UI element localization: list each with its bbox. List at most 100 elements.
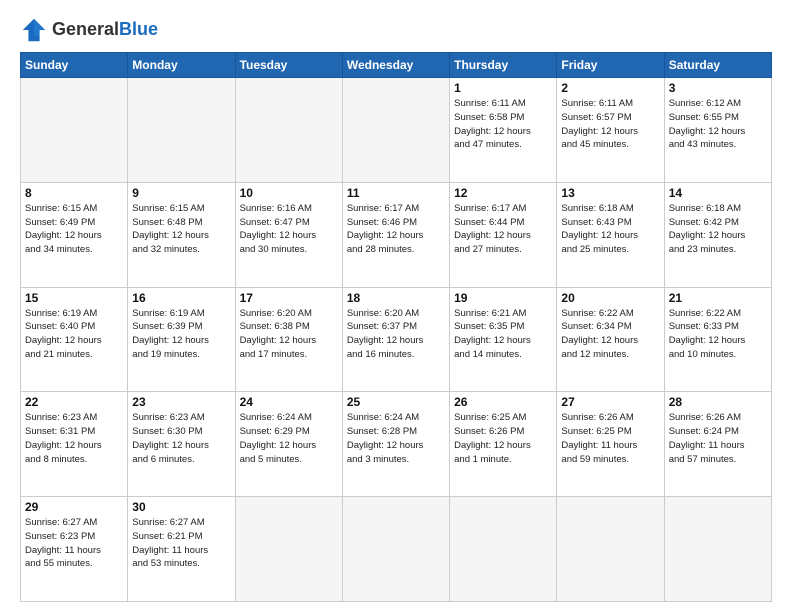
- day-detail: Sunrise: 6:25 AM Sunset: 6:26 PM Dayligh…: [454, 411, 552, 466]
- weekday-header-cell: Saturday: [664, 53, 771, 78]
- calendar-day-cell: [450, 497, 557, 602]
- day-number: 15: [25, 291, 123, 305]
- day-number: 21: [669, 291, 767, 305]
- calendar-day-cell: [235, 497, 342, 602]
- calendar-day-cell: 3 Sunrise: 6:12 AM Sunset: 6:55 PM Daylig…: [664, 78, 771, 183]
- day-detail: Sunrise: 6:18 AM Sunset: 6:42 PM Dayligh…: [669, 202, 767, 257]
- day-detail: Sunrise: 6:20 AM Sunset: 6:38 PM Dayligh…: [240, 307, 338, 362]
- weekday-header-cell: Friday: [557, 53, 664, 78]
- calendar-day-cell: [557, 497, 664, 602]
- calendar-day-cell: 28 Sunrise: 6:26 AM Sunset: 6:24 PM Dayli…: [664, 392, 771, 497]
- calendar-day-cell: 11Sunrise: 6:17 AM Sunset: 6:46 PM Dayli…: [342, 182, 449, 287]
- calendar-week-row: 29 Sunrise: 6:27 AM Sunset: 6:23 PM Dayli…: [21, 497, 772, 602]
- day-detail: Sunrise: 6:24 AM Sunset: 6:28 PM Dayligh…: [347, 411, 445, 466]
- day-detail: Sunrise: 6:15 AM Sunset: 6:48 PM Dayligh…: [132, 202, 230, 257]
- day-detail: Sunrise: 6:17 AM Sunset: 6:44 PM Dayligh…: [454, 202, 552, 257]
- day-number: 27: [561, 395, 659, 409]
- day-detail: Sunrise: 6:21 AM Sunset: 6:35 PM Dayligh…: [454, 307, 552, 362]
- calendar-day-cell: 12 Sunrise: 6:17 AM Sunset: 6:44 PM Dayli…: [450, 182, 557, 287]
- calendar-week-row: 1Sunrise: 6:11 AM Sunset: 6:58 PM Daylig…: [21, 78, 772, 183]
- calendar-day-cell: 29 Sunrise: 6:27 AM Sunset: 6:23 PM Dayli…: [21, 497, 128, 602]
- day-number: 28: [669, 395, 767, 409]
- calendar-day-cell: [21, 78, 128, 183]
- calendar-day-cell: 30 Sunrise: 6:27 AM Sunset: 6:21 PM Dayli…: [128, 497, 235, 602]
- calendar-day-cell: [128, 78, 235, 183]
- day-number: 16: [132, 291, 230, 305]
- calendar-day-cell: 17 Sunrise: 6:20 AM Sunset: 6:38 PM Dayli…: [235, 287, 342, 392]
- day-number: 1: [454, 81, 552, 95]
- calendar-day-cell: 10 Sunrise: 6:16 AM Sunset: 6:47 PM Dayli…: [235, 182, 342, 287]
- calendar-day-cell: 2 Sunrise: 6:11 AM Sunset: 6:57 PM Daylig…: [557, 78, 664, 183]
- day-number: 17: [240, 291, 338, 305]
- day-number: 13: [561, 186, 659, 200]
- day-detail: Sunrise: 6:27 AM Sunset: 6:21 PM Dayligh…: [132, 516, 230, 571]
- day-number: 10: [240, 186, 338, 200]
- calendar-body: 1Sunrise: 6:11 AM Sunset: 6:58 PM Daylig…: [21, 78, 772, 602]
- calendar-day-cell: 1Sunrise: 6:11 AM Sunset: 6:58 PM Daylig…: [450, 78, 557, 183]
- day-detail: Sunrise: 6:23 AM Sunset: 6:30 PM Dayligh…: [132, 411, 230, 466]
- calendar-day-cell: [342, 78, 449, 183]
- day-detail: Sunrise: 6:22 AM Sunset: 6:34 PM Dayligh…: [561, 307, 659, 362]
- weekday-header-cell: Tuesday: [235, 53, 342, 78]
- day-number: 12: [454, 186, 552, 200]
- day-number: 3: [669, 81, 767, 95]
- calendar-day-cell: [664, 497, 771, 602]
- day-number: 2: [561, 81, 659, 95]
- day-detail: Sunrise: 6:11 AM Sunset: 6:57 PM Dayligh…: [561, 97, 659, 152]
- calendar-day-cell: 21 Sunrise: 6:22 AM Sunset: 6:33 PM Dayli…: [664, 287, 771, 392]
- day-number: 26: [454, 395, 552, 409]
- header: GeneralBlue: [20, 16, 772, 44]
- calendar-day-cell: 9 Sunrise: 6:15 AM Sunset: 6:48 PM Daylig…: [128, 182, 235, 287]
- day-number: 14: [669, 186, 767, 200]
- day-detail: Sunrise: 6:16 AM Sunset: 6:47 PM Dayligh…: [240, 202, 338, 257]
- logo-icon: [20, 16, 48, 44]
- day-detail: Sunrise: 6:23 AM Sunset: 6:31 PM Dayligh…: [25, 411, 123, 466]
- day-detail: Sunrise: 6:26 AM Sunset: 6:25 PM Dayligh…: [561, 411, 659, 466]
- day-number: 24: [240, 395, 338, 409]
- day-detail: Sunrise: 6:22 AM Sunset: 6:33 PM Dayligh…: [669, 307, 767, 362]
- calendar-day-cell: 13 Sunrise: 6:18 AM Sunset: 6:43 PM Dayli…: [557, 182, 664, 287]
- weekday-header-cell: Sunday: [21, 53, 128, 78]
- day-number: 25: [347, 395, 445, 409]
- day-detail: Sunrise: 6:18 AM Sunset: 6:43 PM Dayligh…: [561, 202, 659, 257]
- calendar-day-cell: 15 Sunrise: 6:19 AM Sunset: 6:40 PM Dayli…: [21, 287, 128, 392]
- calendar-day-cell: 14 Sunrise: 6:18 AM Sunset: 6:42 PM Dayli…: [664, 182, 771, 287]
- weekday-header-cell: Thursday: [450, 53, 557, 78]
- calendar-day-cell: 16Sunrise: 6:19 AM Sunset: 6:39 PM Dayli…: [128, 287, 235, 392]
- day-number: 23: [132, 395, 230, 409]
- calendar-day-cell: 24Sunrise: 6:24 AM Sunset: 6:29 PM Dayli…: [235, 392, 342, 497]
- calendar-day-cell: 18 Sunrise: 6:20 AM Sunset: 6:37 PM Dayli…: [342, 287, 449, 392]
- calendar-week-row: 22 Sunrise: 6:23 AM Sunset: 6:31 PM Dayli…: [21, 392, 772, 497]
- day-detail: Sunrise: 6:12 AM Sunset: 6:55 PM Dayligh…: [669, 97, 767, 152]
- weekday-header-cell: Monday: [128, 53, 235, 78]
- calendar-day-cell: [342, 497, 449, 602]
- calendar-day-cell: 27 Sunrise: 6:26 AM Sunset: 6:25 PM Dayli…: [557, 392, 664, 497]
- day-detail: Sunrise: 6:26 AM Sunset: 6:24 PM Dayligh…: [669, 411, 767, 466]
- day-number: 22: [25, 395, 123, 409]
- weekday-header-row: SundayMondayTuesdayWednesdayThursdayFrid…: [21, 53, 772, 78]
- logo: GeneralBlue: [20, 16, 158, 44]
- page: GeneralBlue SundayMondayTuesdayWednesday…: [0, 0, 792, 612]
- day-detail: Sunrise: 6:27 AM Sunset: 6:23 PM Dayligh…: [25, 516, 123, 571]
- calendar-day-cell: 26 Sunrise: 6:25 AM Sunset: 6:26 PM Dayli…: [450, 392, 557, 497]
- day-number: 9: [132, 186, 230, 200]
- day-number: 8: [25, 186, 123, 200]
- day-number: 29: [25, 500, 123, 514]
- calendar-week-row: 15 Sunrise: 6:19 AM Sunset: 6:40 PM Dayli…: [21, 287, 772, 392]
- calendar-day-cell: [235, 78, 342, 183]
- day-number: 20: [561, 291, 659, 305]
- calendar-day-cell: 22 Sunrise: 6:23 AM Sunset: 6:31 PM Dayli…: [21, 392, 128, 497]
- calendar-day-cell: 19 Sunrise: 6:21 AM Sunset: 6:35 PM Dayli…: [450, 287, 557, 392]
- day-number: 18: [347, 291, 445, 305]
- day-detail: Sunrise: 6:19 AM Sunset: 6:40 PM Dayligh…: [25, 307, 123, 362]
- calendar-table: SundayMondayTuesdayWednesdayThursdayFrid…: [20, 52, 772, 602]
- calendar-day-cell: 8 Sunrise: 6:15 AM Sunset: 6:49 PM Daylig…: [21, 182, 128, 287]
- calendar-day-cell: 20 Sunrise: 6:22 AM Sunset: 6:34 PM Dayli…: [557, 287, 664, 392]
- day-detail: Sunrise: 6:15 AM Sunset: 6:49 PM Dayligh…: [25, 202, 123, 257]
- day-number: 30: [132, 500, 230, 514]
- day-number: 19: [454, 291, 552, 305]
- logo-text: GeneralBlue: [52, 20, 158, 40]
- day-number: 11: [347, 186, 445, 200]
- weekday-header-cell: Wednesday: [342, 53, 449, 78]
- day-detail: Sunrise: 6:20 AM Sunset: 6:37 PM Dayligh…: [347, 307, 445, 362]
